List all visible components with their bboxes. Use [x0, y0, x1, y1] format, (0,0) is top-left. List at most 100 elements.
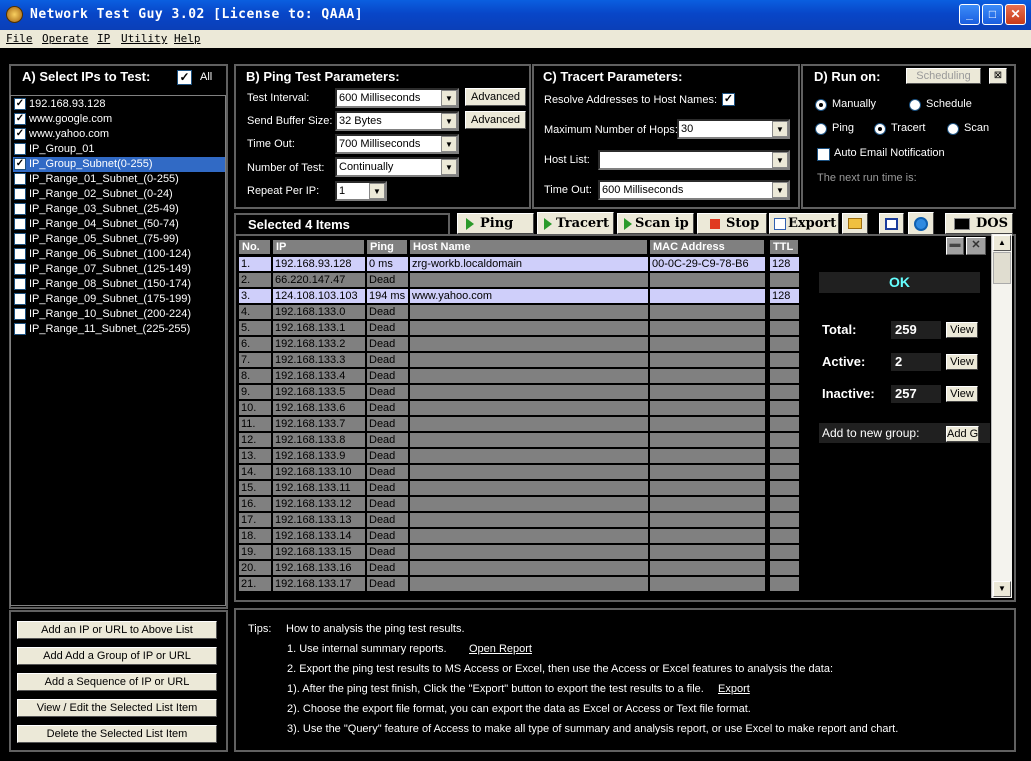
table-cell[interactable] [650, 513, 765, 527]
close-panel-icon[interactable]: ✕ [966, 237, 986, 255]
table-cell[interactable] [770, 417, 799, 431]
item-checkbox[interactable] [14, 173, 26, 185]
view-active-button[interactable]: View [946, 354, 978, 370]
table-cell[interactable] [410, 273, 648, 287]
table-cell[interactable]: 6. [239, 337, 271, 351]
host-list-select[interactable]: ▼ [598, 150, 790, 170]
table-cell[interactable]: Dead [367, 465, 408, 479]
buffer-size-select[interactable]: 32 Bytes ▼ [335, 111, 459, 131]
tracert-timeout-select[interactable]: 600 Milliseconds ▼ [598, 180, 790, 200]
ip-list-item[interactable]: IP_Range_10_Subnet_(200-224) [13, 307, 225, 322]
table-cell[interactable] [770, 369, 799, 383]
table-cell[interactable]: Dead [367, 497, 408, 511]
table-cell[interactable]: 1. [239, 257, 271, 271]
table-cell[interactable] [410, 449, 648, 463]
table-cell[interactable]: 15. [239, 481, 271, 495]
table-cell[interactable]: 4. [239, 305, 271, 319]
ip-list-item[interactable]: IP_Range_09_Subnet_(175-199) [13, 292, 225, 307]
item-checkbox[interactable] [14, 203, 26, 215]
table-cell[interactable]: 192.168.133.7 [273, 417, 365, 431]
table-cell[interactable]: Dead [367, 433, 408, 447]
menu-operate[interactable]: Operate [42, 32, 88, 45]
table-cell[interactable] [770, 497, 799, 511]
table-cell[interactable]: 8. [239, 369, 271, 383]
ip-list-item[interactable]: IP_Range_06_Subnet_(100-124) [13, 247, 225, 262]
table-cell[interactable]: 21. [239, 577, 271, 591]
scan-ip-button[interactable]: Scan ip [617, 213, 694, 234]
table-cell[interactable]: Dead [367, 417, 408, 431]
ip-list-item[interactable]: IP_Range_04_Subnet_(50-74) [13, 217, 225, 232]
minimize-button[interactable]: _ [959, 4, 980, 25]
table-cell[interactable] [410, 561, 648, 575]
ip-list-item[interactable]: IP_Group_01 [13, 142, 225, 157]
test-interval-select[interactable]: 600 Milliseconds ▼ [335, 88, 459, 108]
menu-utility[interactable]: Utility [121, 32, 167, 45]
item-checkbox[interactable] [14, 248, 26, 260]
ip-list[interactable]: ✓ 192.168.93.128 ✓ www.google.com ✓ www.yahoo… [10, 95, 226, 606]
column-header[interactable]: TTL [770, 240, 799, 254]
max-hops-select[interactable]: 30 ▼ [677, 119, 790, 139]
table-cell[interactable] [410, 513, 648, 527]
delete-item-button[interactable]: Delete the Selected List Item [17, 725, 217, 743]
table-cell[interactable]: Dead [367, 545, 408, 559]
table-cell[interactable]: 192.168.133.12 [273, 497, 365, 511]
table-cell[interactable]: 66.220.147.47 [273, 273, 365, 287]
close-button[interactable]: ✕ [1005, 4, 1026, 25]
table-cell[interactable]: 192.168.133.3 [273, 353, 365, 367]
table-cell[interactable]: 192.168.133.17 [273, 577, 365, 591]
item-checkbox[interactable] [14, 278, 26, 290]
table-cell[interactable]: zrg-workb.localdomain [410, 257, 648, 271]
select-all-checkbox[interactable]: ✓ [177, 70, 192, 85]
ip-list-item[interactable]: ✓ IP_Group_Subnet(0-255) [13, 157, 225, 172]
table-cell[interactable]: Dead [367, 529, 408, 543]
export-link[interactable]: Export [718, 683, 750, 695]
scheduling-button[interactable]: Scheduling [906, 68, 981, 84]
table-cell[interactable] [770, 321, 799, 335]
table-cell[interactable]: 12. [239, 433, 271, 447]
ip-list-item[interactable]: ✓ www.yahoo.com [13, 127, 225, 142]
ip-list-item[interactable]: ✓ 192.168.93.128 [13, 97, 225, 112]
table-cell[interactable] [650, 273, 765, 287]
table-cell[interactable]: 00-0C-29-C9-78-B6 [650, 257, 765, 271]
table-cell[interactable]: 192.168.133.10 [273, 465, 365, 479]
export-button[interactable]: Export [769, 213, 839, 234]
table-cell[interactable] [650, 305, 765, 319]
table-cell[interactable]: 17. [239, 513, 271, 527]
table-cell[interactable]: 192.168.133.6 [273, 401, 365, 415]
minimize-panel-icon[interactable]: ▬ [946, 237, 964, 255]
manually-radio[interactable] [815, 99, 827, 111]
table-cell[interactable]: 192.168.133.14 [273, 529, 365, 543]
table-cell[interactable] [650, 497, 765, 511]
ip-list-item[interactable]: IP_Range_03_Subnet_(25-49) [13, 202, 225, 217]
table-cell[interactable] [650, 401, 765, 415]
table-cell[interactable] [650, 481, 765, 495]
table-cell[interactable] [410, 577, 648, 591]
table-cell[interactable] [770, 385, 799, 399]
item-checkbox[interactable] [14, 293, 26, 305]
ip-list-item[interactable]: IP_Range_02_Subnet_(0-24) [13, 187, 225, 202]
menu-file[interactable]: File [6, 32, 33, 45]
table-cell[interactable]: 11. [239, 417, 271, 431]
table-cell[interactable]: 19. [239, 545, 271, 559]
ping-timeout-select[interactable]: 700 Milliseconds ▼ [335, 134, 459, 154]
number-of-test-select[interactable]: Continually ▼ [335, 157, 459, 177]
browser-icon[interactable] [908, 212, 934, 236]
add-sequence-button[interactable]: Add a Sequence of IP or URL [17, 673, 217, 691]
table-cell[interactable]: 10. [239, 401, 271, 415]
table-cell[interactable] [650, 417, 765, 431]
table-cell[interactable]: 13. [239, 449, 271, 463]
table-cell[interactable] [650, 385, 765, 399]
table-cell[interactable]: Dead [367, 369, 408, 383]
add-ip-button[interactable]: Add an IP or URL to Above List [17, 621, 217, 639]
table-cell[interactable] [410, 529, 648, 543]
table-cell[interactable] [410, 305, 648, 319]
table-cell[interactable] [410, 369, 648, 383]
app-icon[interactable] [6, 6, 23, 23]
table-cell[interactable]: 192.168.133.1 [273, 321, 365, 335]
table-cell[interactable] [650, 289, 765, 303]
table-cell[interactable] [650, 433, 765, 447]
table-cell[interactable] [410, 497, 648, 511]
table-cell[interactable]: www.yahoo.com [410, 289, 648, 303]
dos-button[interactable]: DOS [945, 213, 1013, 234]
table-cell[interactable]: Dead [367, 385, 408, 399]
